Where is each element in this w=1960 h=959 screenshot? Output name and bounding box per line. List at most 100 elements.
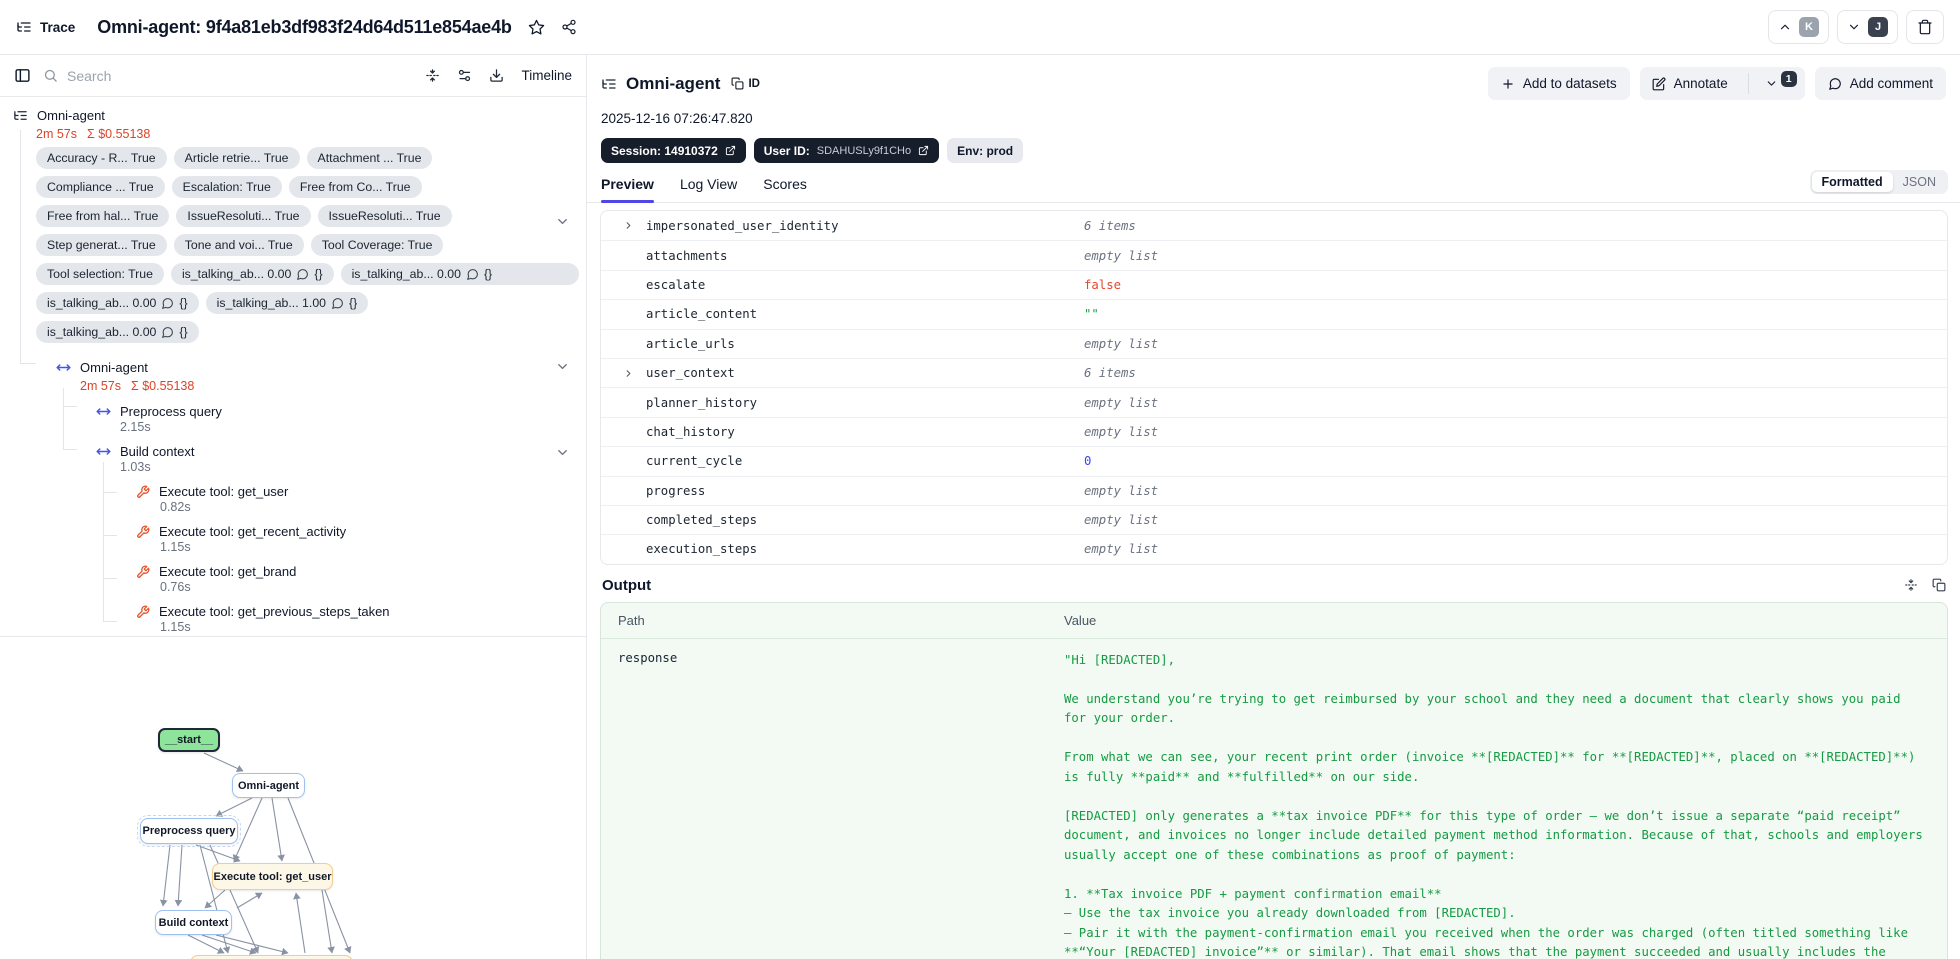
bookmark-star-icon[interactable] bbox=[528, 19, 545, 36]
trash-icon bbox=[1917, 19, 1933, 35]
shortcut-key-j: J bbox=[1868, 17, 1888, 37]
session-badge[interactable]: Session: 14910372 bbox=[601, 138, 746, 163]
preview-content: impersonated_user_identity 6 items attac… bbox=[587, 203, 1960, 959]
score-badge[interactable]: Tool selection: True bbox=[36, 263, 164, 285]
span-duration: 0.76s bbox=[160, 580, 191, 594]
agent-metrics: 2m 57s Σ $0.55138 bbox=[0, 377, 586, 395]
tree-item-omni-agent[interactable]: Omni-agent bbox=[0, 357, 586, 377]
user-id-badge[interactable]: User ID: SDAHUSLy9f1CHo bbox=[753, 138, 940, 163]
graph-node-preprocess-query[interactable]: Preprocess query bbox=[137, 815, 241, 847]
next-trace-button[interactable]: J bbox=[1837, 10, 1898, 44]
annotate-split-button: Annotate 1 bbox=[1639, 67, 1805, 100]
tree-item-preprocess-query[interactable]: Preprocess query bbox=[0, 404, 586, 419]
row-key: user_context bbox=[646, 366, 735, 381]
tree-guide bbox=[103, 492, 117, 493]
collapse-root-chevron-icon[interactable] bbox=[555, 214, 570, 229]
score-badge[interactable]: Attachment ... True bbox=[306, 147, 433, 169]
add-to-datasets-button[interactable]: Add to datasets bbox=[1487, 67, 1630, 100]
tree-item-get-recent-activity[interactable]: Execute tool: get_recent_activity bbox=[0, 524, 586, 539]
row-value: "" bbox=[1084, 307, 1099, 322]
score-badge[interactable]: IssueResoluti... True bbox=[317, 205, 452, 227]
score-badge[interactable]: Escalation: True bbox=[171, 176, 282, 198]
score-badge[interactable]: is_talking_ab... 0.00 {} bbox=[36, 292, 199, 314]
external-link-icon bbox=[919, 145, 929, 156]
display-settings-icon[interactable] bbox=[457, 68, 472, 83]
table-row: progress empty list bbox=[601, 475, 1947, 505]
share-icon[interactable] bbox=[561, 19, 577, 35]
tree-guide bbox=[103, 462, 104, 621]
wrench-tool-icon bbox=[136, 525, 150, 539]
tab-log-view[interactable]: Log View bbox=[680, 176, 737, 202]
score-badge[interactable]: Free from hal... True bbox=[36, 205, 170, 227]
score-badge[interactable]: Step generat... True bbox=[36, 234, 167, 256]
search-input[interactable] bbox=[67, 67, 414, 84]
top-bar-actions: K J bbox=[1768, 10, 1944, 44]
observation-title: Omni-agent bbox=[626, 73, 721, 93]
score-badge[interactable]: IssueResoluti... True bbox=[176, 205, 311, 227]
delete-trace-button[interactable] bbox=[1906, 10, 1944, 44]
timeline-toggle[interactable]: Timeline bbox=[521, 68, 572, 83]
fold-all-icon[interactable] bbox=[425, 68, 440, 83]
score-badge[interactable]: Tool Coverage: True bbox=[310, 234, 444, 256]
graph-edges bbox=[159, 752, 352, 956]
annotate-dropdown-button[interactable]: 1 bbox=[1757, 67, 1805, 100]
score-badge[interactable]: is_talking_ab... 0.00 {} bbox=[340, 263, 579, 285]
format-json-option[interactable]: JSON bbox=[1893, 172, 1946, 192]
tree-item-root-trace[interactable]: Omni-agent bbox=[0, 105, 586, 125]
expand-row-chevron-icon[interactable] bbox=[623, 368, 646, 379]
copy-output-icon[interactable] bbox=[1932, 578, 1946, 592]
annotation-count-badge: 1 bbox=[1780, 70, 1797, 87]
tab-preview[interactable]: Preview bbox=[601, 176, 654, 203]
span-icon bbox=[56, 360, 71, 375]
score-badge[interactable]: Free from Co... True bbox=[288, 176, 422, 198]
score-badge[interactable]: is_talking_ab... 1.00 {} bbox=[205, 292, 369, 314]
graph-node-build-context[interactable]: Build context bbox=[155, 910, 232, 935]
collapse-panel-icon[interactable] bbox=[14, 67, 31, 84]
row-key: article_content bbox=[646, 307, 758, 322]
download-icon[interactable] bbox=[489, 68, 504, 83]
score-badge[interactable]: Compliance ... True bbox=[36, 176, 165, 198]
score-badge[interactable]: is_talking_ab... 0.00 {} bbox=[36, 321, 199, 343]
trace-span-tree: Omni-agent 2m 57s Σ $0.55138 Accuracy - … bbox=[0, 97, 586, 637]
graph-node-omni-agent[interactable]: Omni-agent bbox=[232, 773, 305, 798]
row-key: impersonated_user_identity bbox=[646, 218, 839, 233]
tree-guide bbox=[103, 535, 117, 536]
score-badge[interactable]: Tone and voi... True bbox=[173, 234, 304, 256]
trace-timestamp: 2025-12-16 07:26:47.820 bbox=[601, 111, 753, 126]
collapse-build-context-chevron-icon[interactable] bbox=[555, 445, 570, 460]
expand-output-icon[interactable] bbox=[1904, 578, 1918, 592]
expand-row-chevron-icon[interactable] bbox=[623, 220, 646, 231]
value-column-header: Value bbox=[1064, 612, 1097, 628]
score-badge[interactable]: is_talking_ab... 0.00 {} bbox=[170, 263, 334, 285]
annotate-button[interactable]: Annotate bbox=[1640, 67, 1740, 100]
tab-scores[interactable]: Scores bbox=[763, 176, 807, 202]
trace-type-label: Trace bbox=[40, 19, 76, 35]
score-badge[interactable]: Article retrie... True bbox=[173, 147, 300, 169]
wrench-tool-icon bbox=[136, 605, 150, 619]
graph-node-start[interactable]: __start__ bbox=[158, 728, 220, 752]
score-badge[interactable]: Accuracy - R... True bbox=[36, 147, 167, 169]
tree-item-build-context[interactable]: Build context bbox=[0, 444, 586, 459]
add-comment-button[interactable]: Add comment bbox=[1814, 67, 1946, 100]
row-value: empty list bbox=[1084, 395, 1159, 410]
copy-id-button[interactable]: ID bbox=[731, 77, 760, 90]
chevron-down-icon bbox=[1767, 81, 1775, 86]
output-section-title: Output bbox=[602, 576, 652, 594]
trace-tree-icon bbox=[601, 76, 617, 92]
tree-item-get-brand[interactable]: Execute tool: get_brand bbox=[0, 564, 586, 579]
row-value: false bbox=[1084, 277, 1122, 292]
graph-node-execute-get-user[interactable]: Execute tool: get_user bbox=[212, 863, 333, 890]
row-value: empty list bbox=[1084, 483, 1159, 498]
collapse-agent-chevron-icon[interactable] bbox=[555, 359, 570, 374]
format-formatted-option[interactable]: Formatted bbox=[1811, 172, 1893, 192]
graph-node-execute-get-recent-activity[interactable]: Execute tool: get_recent_activity bbox=[190, 955, 353, 959]
table-row: current_cycle 0 bbox=[601, 446, 1947, 475]
table-row: impersonated_user_identity 6 items bbox=[601, 211, 1947, 240]
tree-item-label: Execute tool: get_brand bbox=[159, 564, 297, 579]
response-value: "Hi [REDACTED], We understand you’re try… bbox=[1064, 652, 1923, 959]
tree-item-get-user[interactable]: Execute tool: get_user bbox=[0, 484, 586, 499]
previous-trace-button[interactable]: K bbox=[1768, 10, 1829, 44]
tree-item-get-previous-steps-taken[interactable]: Execute tool: get_previous_steps_taken bbox=[0, 604, 586, 619]
tree-guide bbox=[63, 449, 77, 450]
row-key: article_urls bbox=[646, 336, 735, 351]
